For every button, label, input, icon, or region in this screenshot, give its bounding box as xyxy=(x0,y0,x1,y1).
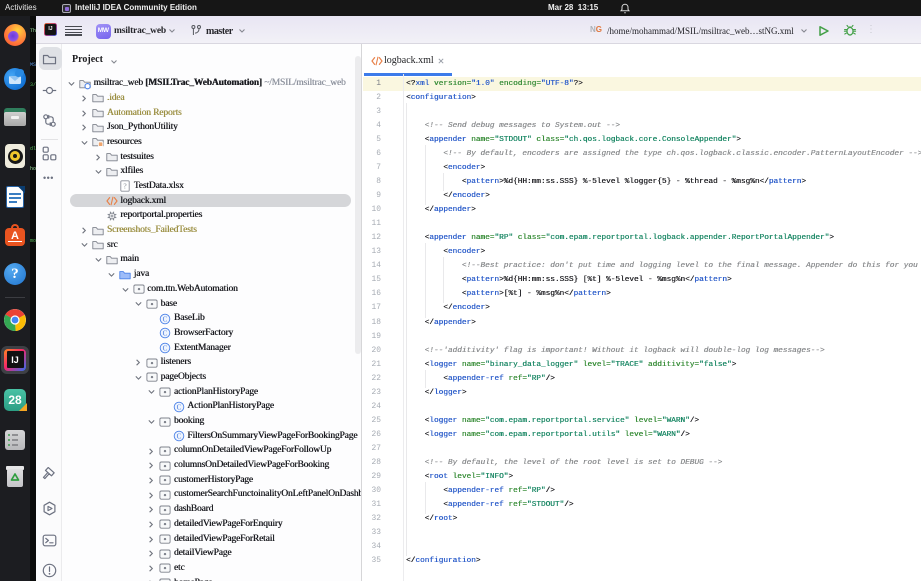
svg-text:C: C xyxy=(163,330,168,338)
svg-text:C: C xyxy=(163,345,168,353)
svg-text:C: C xyxy=(163,315,168,323)
svg-text:C: C xyxy=(176,403,181,411)
svg-text:C: C xyxy=(176,433,181,441)
